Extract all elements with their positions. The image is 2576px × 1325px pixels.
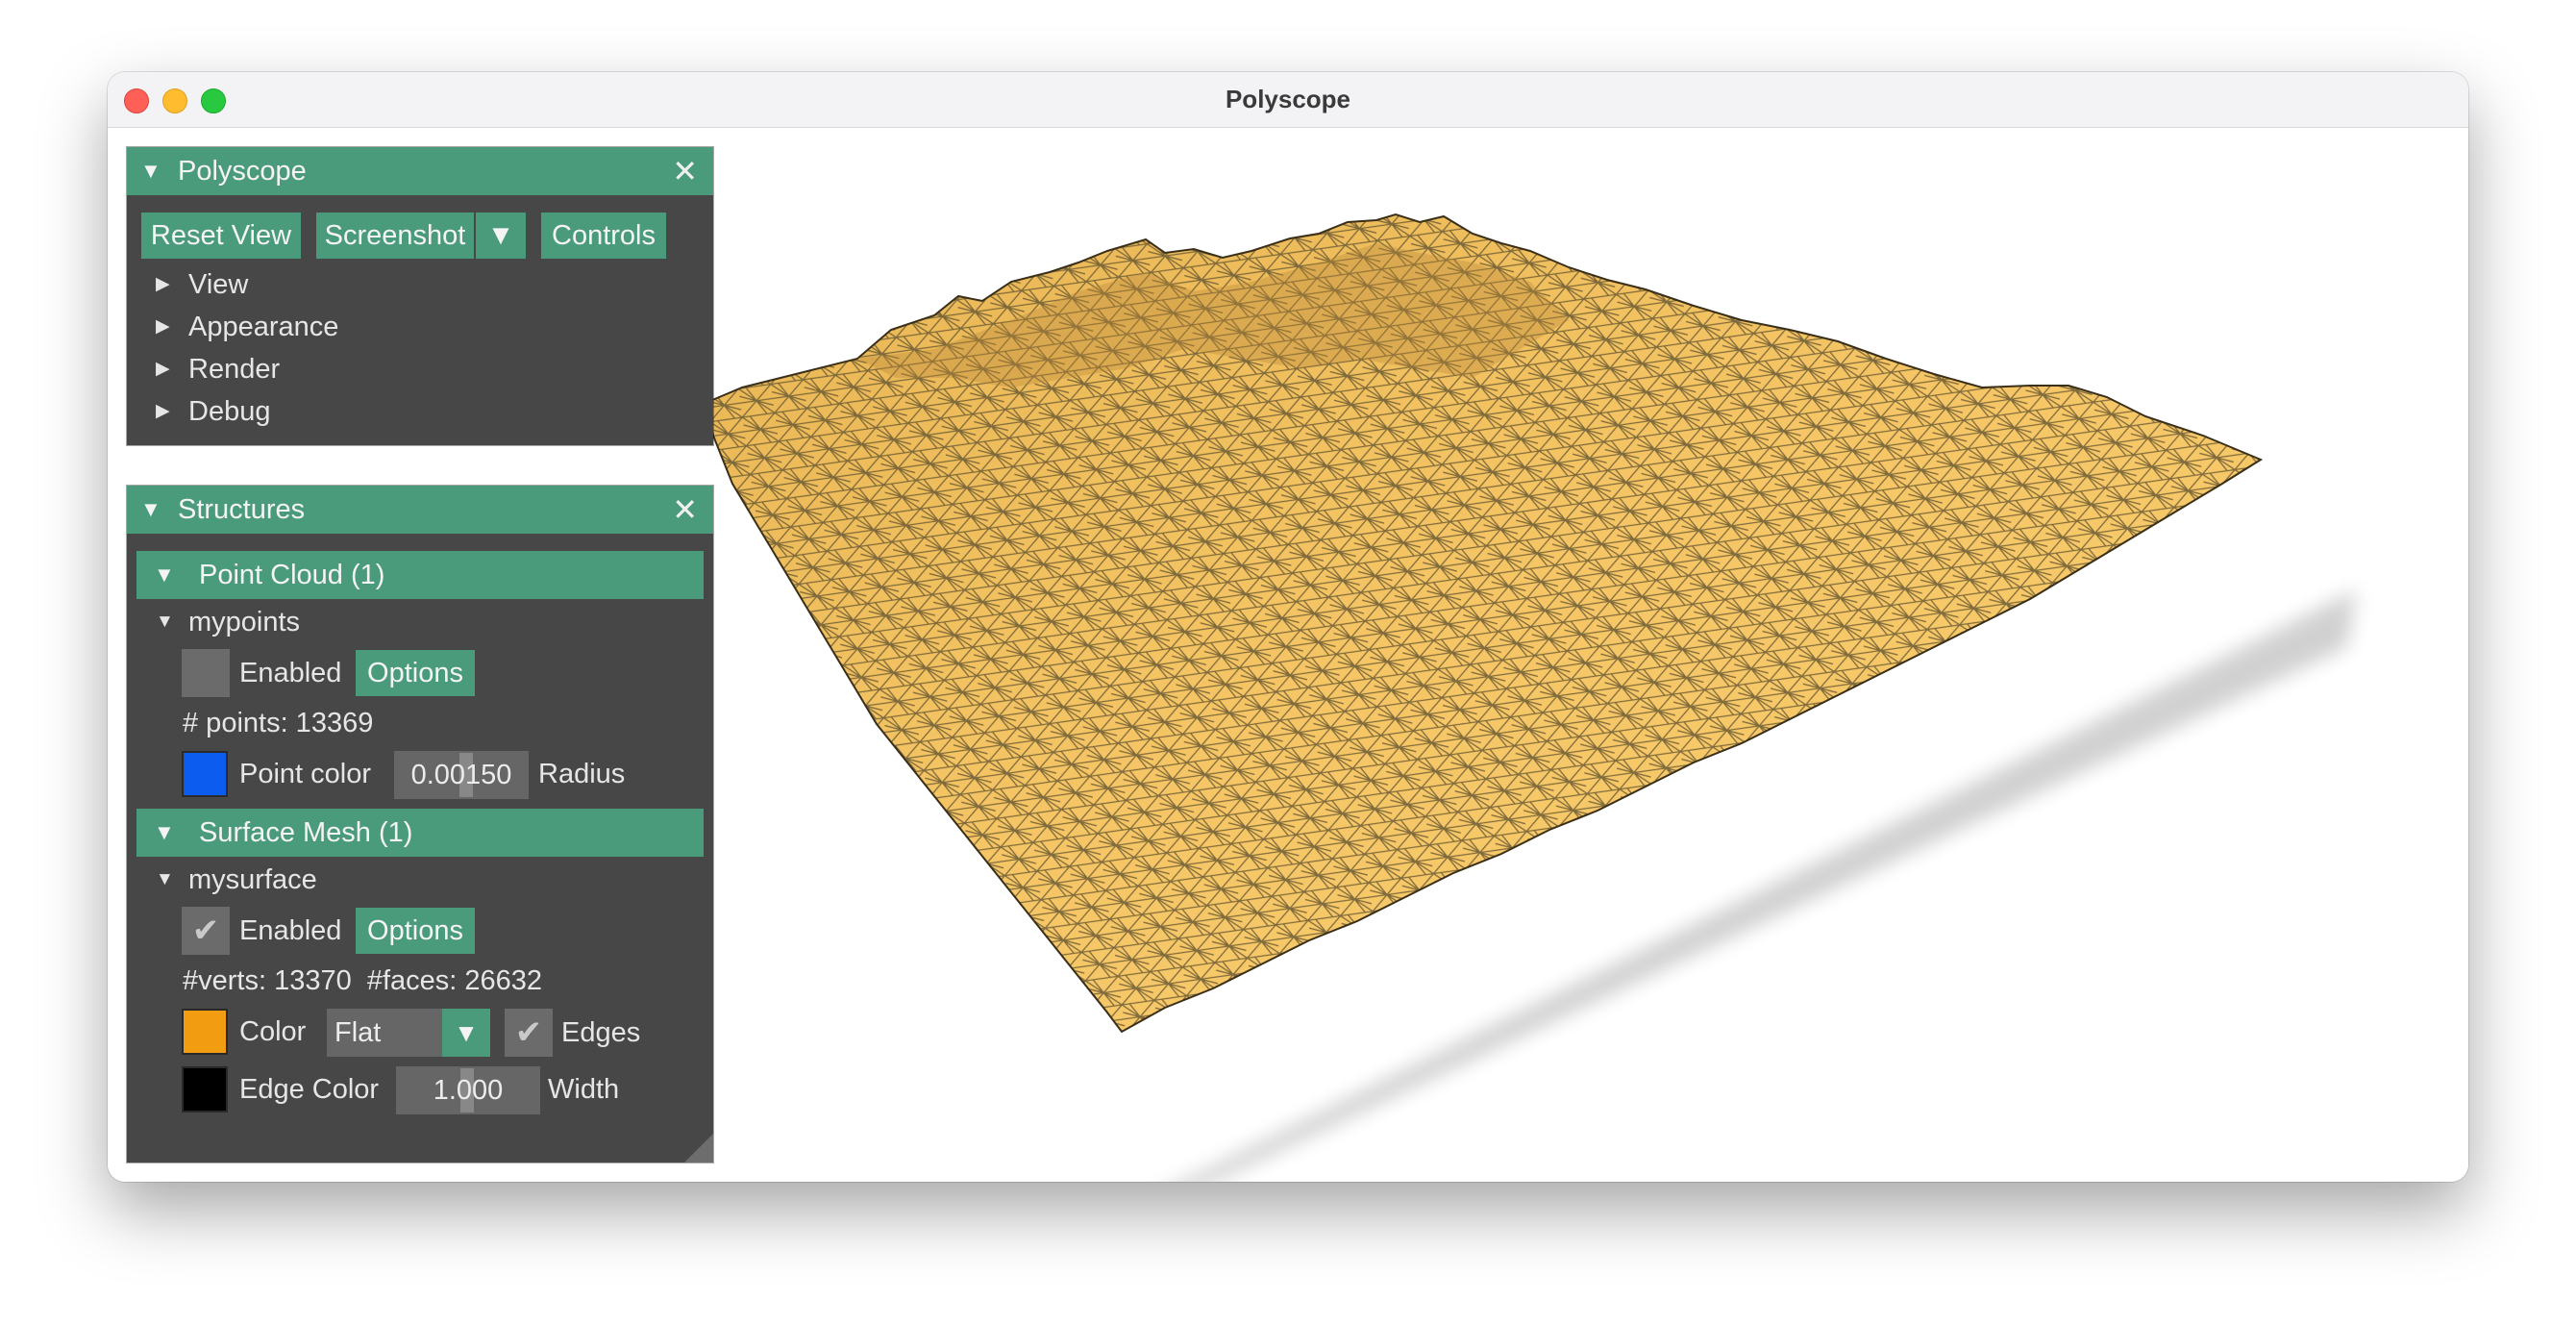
surface-mesh-section-label: Surface Mesh (1): [199, 817, 413, 848]
menu-debug[interactable]: ▶ Debug: [156, 392, 270, 431]
surface-color-label: Color: [239, 1016, 307, 1047]
mesh-info: #verts: 13370 #faces: 26632: [183, 965, 543, 996]
radius-slider[interactable]: 0.00150: [394, 751, 529, 799]
triangle-down-icon: ▼: [156, 612, 174, 632]
chevron-down-icon[interactable]: ▼: [442, 1009, 490, 1057]
menu-view[interactable]: ▶ View: [156, 265, 248, 304]
triangle-down-icon: ▼: [156, 869, 174, 889]
app-window: Polyscope ▼ Polyscope ✕ Reset View Scree…: [108, 72, 2468, 1182]
menu-debug-label: Debug: [188, 396, 271, 427]
surface-mesh-section-header[interactable]: ▼ Surface Mesh (1): [136, 809, 704, 857]
radius-label: Radius: [538, 759, 626, 789]
mysurface-options-button[interactable]: Options: [356, 908, 475, 954]
triangle-down-icon: ▼: [154, 820, 175, 844]
checkmark-icon: ✔: [514, 1014, 543, 1051]
close-icon[interactable]: ✕: [672, 147, 698, 195]
triangle-right-icon: ▶: [156, 359, 170, 379]
menu-render-label: Render: [188, 354, 281, 385]
menu-view-label: View: [188, 269, 249, 300]
menu-appearance-label: Appearance: [188, 312, 339, 342]
point-cloud-section-label: Point Cloud (1): [199, 560, 385, 590]
close-icon[interactable]: ✕: [672, 486, 698, 534]
radius-value: 0.00150: [410, 760, 512, 790]
structures-panel-title: Structures: [178, 494, 306, 525]
mysurface-enabled-checkbox[interactable]: ✔: [182, 907, 230, 955]
title-bar: Polyscope: [108, 72, 2468, 128]
edge-color-label: Edge Color: [239, 1074, 380, 1105]
mysurface-enabled-label: Enabled: [239, 915, 342, 946]
polyscope-panel-header[interactable]: ▼ Polyscope ✕: [127, 147, 713, 195]
triangle-down-icon: ▼: [154, 562, 175, 587]
edges-label: Edges: [561, 1017, 641, 1048]
structures-panel-header[interactable]: ▼ Structures ✕: [127, 486, 713, 534]
edge-color-swatch[interactable]: [182, 1066, 228, 1112]
surface-color-swatch[interactable]: [182, 1009, 228, 1055]
mypoints-options-button[interactable]: Options: [356, 650, 475, 696]
polyscope-panel-title: Polyscope: [178, 156, 307, 187]
triangle-right-icon: ▶: [156, 274, 170, 294]
structures-panel: ▼ Structures ✕ ▼ Point Cloud (1) ▼ mypoin…: [127, 486, 713, 1162]
mypoints-enabled-checkbox[interactable]: [182, 649, 230, 697]
triangle-right-icon: ▶: [156, 316, 170, 337]
point-color-swatch[interactable]: [182, 751, 228, 797]
mysurface-label: mysurface: [188, 864, 317, 895]
screenshot-options-button[interactable]: ▼: [476, 212, 526, 259]
checkmark-icon: ✔: [191, 912, 220, 949]
menu-appearance[interactable]: ▶ Appearance: [156, 308, 338, 346]
mypoints-node[interactable]: ▼ mypoints: [156, 603, 300, 641]
shade-style-value: Flat: [334, 1017, 382, 1048]
panel-resize-handle[interactable]: [684, 1134, 713, 1162]
point-cloud-section-header[interactable]: ▼ Point Cloud (1): [136, 551, 704, 599]
screenshot-button[interactable]: Screenshot: [316, 212, 474, 259]
edge-width-value: 1.000: [433, 1075, 504, 1106]
edge-width-slider[interactable]: 1.000: [396, 1066, 540, 1114]
triangle-right-icon: ▶: [156, 401, 170, 421]
triangle-down-icon[interactable]: ▼: [140, 147, 161, 195]
points-count: # points: 13369: [183, 708, 374, 738]
mypoints-label: mypoints: [188, 607, 301, 638]
polyscope-panel: ▼ Polyscope ✕ Reset View Screenshot ▼ Co…: [127, 147, 713, 445]
shade-style-dropdown[interactable]: Flat ▼: [327, 1009, 490, 1057]
edges-checkbox[interactable]: ✔: [505, 1009, 553, 1057]
mypoints-enabled-label: Enabled: [239, 658, 342, 688]
mysurface-node[interactable]: ▼ mysurface: [156, 861, 317, 899]
triangle-down-icon[interactable]: ▼: [140, 486, 161, 534]
point-color-label: Point color: [239, 759, 372, 789]
window-title: Polyscope: [1225, 85, 1351, 113]
reset-view-button[interactable]: Reset View: [141, 212, 301, 259]
triangle-down-icon: ▼: [486, 220, 515, 251]
controls-button[interactable]: Controls: [541, 212, 666, 259]
menu-render[interactable]: ▶ Render: [156, 350, 280, 388]
width-label: Width: [548, 1074, 620, 1105]
